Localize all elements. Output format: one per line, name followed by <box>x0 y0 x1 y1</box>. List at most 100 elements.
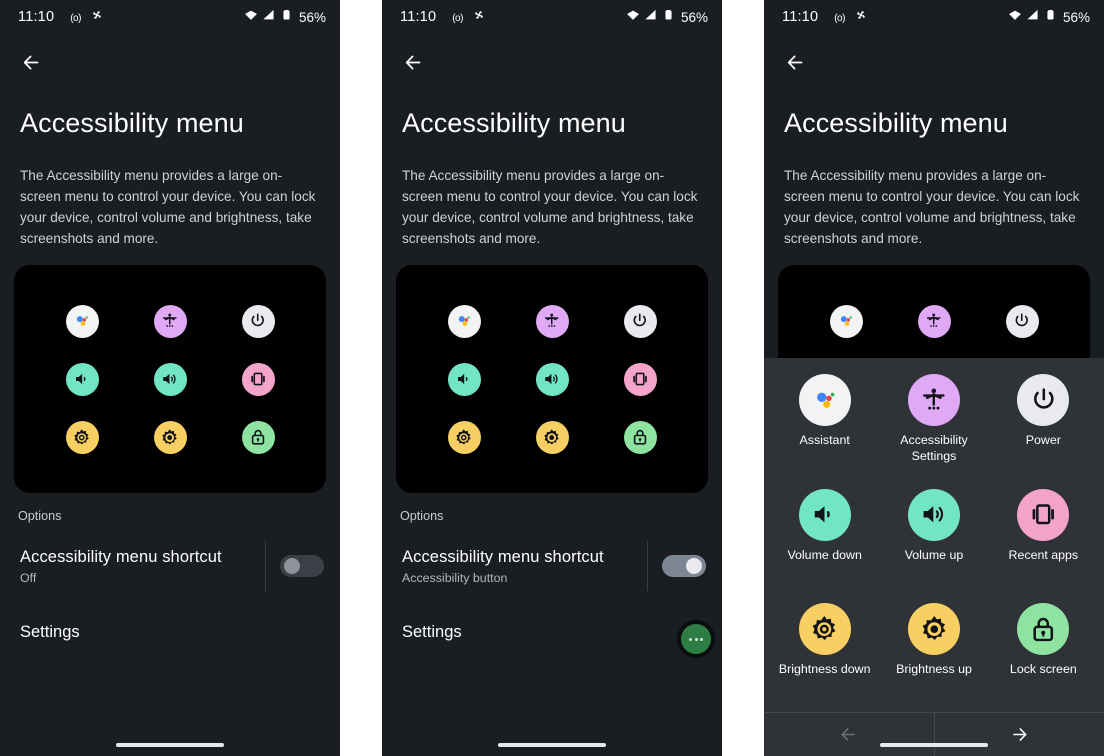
accessibility-button[interactable] <box>681 624 711 654</box>
brightness-down-icon <box>798 603 851 656</box>
accessibility-preview-card <box>14 265 326 494</box>
menu-item-volume-down[interactable]: Volume down <box>770 481 879 596</box>
shortcut-divider <box>647 541 648 592</box>
status-bar-left-icons: (o) <box>834 8 868 27</box>
hotspot-icon: (o) <box>452 13 463 24</box>
top-app-bar <box>764 34 1104 90</box>
back-button[interactable] <box>778 45 812 79</box>
preview-power-icon <box>623 304 657 338</box>
battery-icon <box>280 8 293 26</box>
preview-power-icon <box>241 304 275 338</box>
preview-lock-screen-icon <box>241 421 275 454</box>
preview-row <box>420 362 684 396</box>
assistant-icon <box>798 374 851 426</box>
settings-row[interactable]: Settings <box>0 601 340 642</box>
preview-row <box>802 304 1066 338</box>
menu-item-power[interactable]: Power <box>989 366 1098 481</box>
top-app-bar <box>0 34 340 90</box>
home-indicator[interactable] <box>116 743 224 747</box>
menu-item-accessibility-settings[interactable]: Accessibility Settings <box>879 366 988 481</box>
preview-recent-apps-icon <box>623 362 657 396</box>
signal-icon <box>644 8 658 27</box>
pinwheel-icon <box>90 8 104 27</box>
home-indicator[interactable] <box>880 743 988 747</box>
preview-accessibility-settings-icon <box>917 304 951 338</box>
preview-brightness-down-icon <box>447 421 481 454</box>
shortcut-divider <box>265 541 266 592</box>
battery-icon <box>662 8 675 26</box>
preview-brightness-up-icon <box>535 421 569 454</box>
signal-icon <box>1026 8 1040 27</box>
menu-item-label: Brightness up <box>896 662 972 677</box>
accessibility-shortcut-toggle[interactable] <box>280 555 324 578</box>
options-section-header: Options <box>400 509 444 524</box>
status-bar-right-icons: 56% <box>1008 8 1090 27</box>
status-bar: 11:10 (o) 56% <box>382 0 722 34</box>
menu-item-brightness-up[interactable]: Brightness up <box>879 595 988 710</box>
preview-assistant-icon <box>829 304 863 338</box>
battery-percent-label: 56% <box>680 9 708 25</box>
hotspot-icon: (o) <box>834 13 845 24</box>
page-description: The Accessibility menu provides a large … <box>20 168 316 247</box>
preview-volume-down-icon <box>65 362 99 396</box>
battery-percent-label: 56% <box>298 9 326 25</box>
signal-icon <box>262 8 276 27</box>
menu-item-recent-apps[interactable]: Recent apps <box>989 481 1098 596</box>
pinwheel-icon <box>854 8 868 27</box>
preview-volume-up-icon <box>153 362 187 396</box>
status-bar-clock: 11:10 <box>18 9 55 25</box>
menu-item-label: Assistant <box>799 433 850 447</box>
menu-item-label: Lock screen <box>1009 662 1077 677</box>
menu-item-label: Recent apps <box>1008 547 1079 562</box>
status-bar-right-icons: 56% <box>244 8 326 27</box>
accessibility-shortcut-toggle[interactable] <box>662 555 706 578</box>
preview-brightness-up-icon <box>153 421 187 454</box>
volume-down-icon <box>798 488 851 541</box>
accessibility-menu-pagination <box>764 712 1104 756</box>
panel-gap <box>722 0 764 756</box>
preview-recent-apps-icon <box>241 362 275 396</box>
preview-row <box>420 421 684 454</box>
menu-item-label: Accessibility Settings <box>900 433 968 463</box>
lock-icon <box>1017 603 1070 656</box>
page-description: The Accessibility menu provides a large … <box>402 168 698 247</box>
pinwheel-icon <box>472 8 486 27</box>
shortcut-state-label: Accessibility button <box>402 570 508 585</box>
menu-item-brightness-down[interactable]: Brightness down <box>770 595 879 710</box>
menu-item-label: Volume up <box>904 547 964 562</box>
menu-next-page-button[interactable] <box>933 713 1104 756</box>
wifi-icon <box>244 8 258 27</box>
accessibility-shortcut-row[interactable]: Accessibility menu shortcut Accessibility… <box>382 527 722 601</box>
settings-row[interactable]: Settings <box>382 601 722 642</box>
back-button[interactable] <box>396 45 430 79</box>
preview-volume-down-icon <box>447 362 481 396</box>
top-app-bar <box>382 34 722 90</box>
menu-prev-page-button[interactable] <box>764 713 934 756</box>
preview-row <box>420 304 684 338</box>
back-button[interactable] <box>14 45 48 79</box>
menu-item-assistant[interactable]: Assistant <box>770 366 879 481</box>
hotspot-icon: (o) <box>70 13 81 24</box>
page-title: Accessibility menu <box>402 108 626 138</box>
recent-apps-icon <box>1017 488 1070 541</box>
preview-volume-up-icon <box>535 362 569 396</box>
status-bar: 11:10 (o) 56% <box>0 0 340 34</box>
wifi-icon <box>1008 8 1022 27</box>
screenshot-strip: 11:10 (o) 56% Accessibility menu The Accessi… <box>0 0 1104 756</box>
status-bar-left-icons: (o) <box>452 8 486 27</box>
phone-panel-1: 11:10 (o) 56% Accessibility menu The Accessi… <box>0 0 340 756</box>
menu-item-lock-screen[interactable]: Lock screen <box>989 595 1098 710</box>
status-bar-clock: 11:10 <box>782 9 819 25</box>
home-indicator[interactable] <box>498 743 606 747</box>
preview-accessibility-settings-icon <box>535 304 569 338</box>
menu-item-volume-up[interactable]: Volume up <box>879 481 988 596</box>
preview-accessibility-settings-icon <box>153 304 187 338</box>
shortcut-text-block: Accessibility menu shortcut Accessibility… <box>402 548 641 585</box>
volume-up-icon <box>907 488 960 541</box>
battery-percent-label: 56% <box>1062 9 1090 25</box>
wifi-icon <box>626 8 640 27</box>
preview-row <box>38 362 302 396</box>
accessibility-preview-card <box>396 265 708 494</box>
page-description: The Accessibility menu provides a large … <box>784 168 1080 247</box>
accessibility-shortcut-row[interactable]: Accessibility menu shortcut Off <box>0 527 340 601</box>
